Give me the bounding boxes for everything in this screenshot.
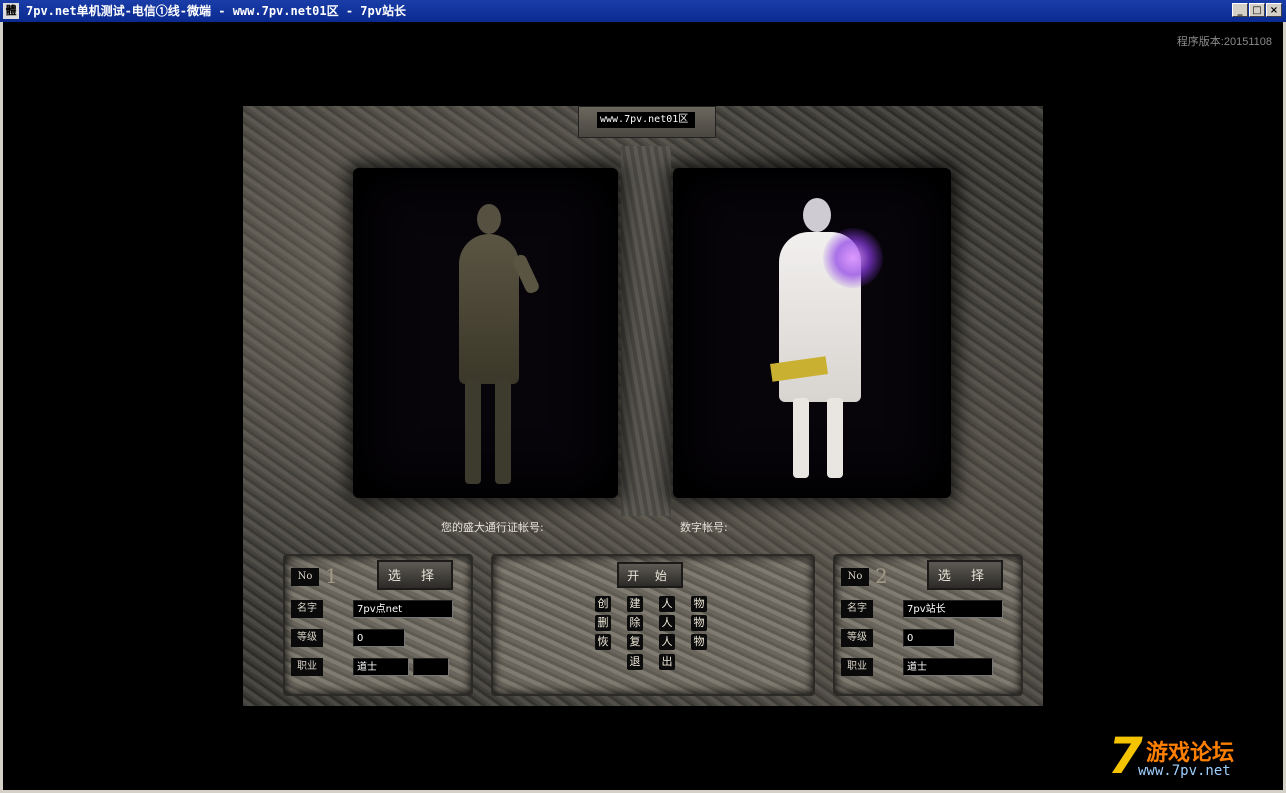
window-frame-left [0,22,3,793]
server-plaque: www.7pv.net01区 [578,106,716,138]
create-char: 创 [595,596,611,612]
character-1-model[interactable] [435,204,545,494]
slot-2-job-label: 职业 [841,658,873,676]
character-1-body [459,234,519,384]
slot-1-job-label: 职业 [291,658,323,676]
window-title: 7pv.net单机测试-电信①线-微端 - www.7pv.net01区 - 7… [26,4,406,18]
character-2-model[interactable] [751,198,901,488]
window-titlebar[interactable]: 體 7pv.net单机测试-电信①线-微端 - www.7pv.net01区 -… [0,0,1286,22]
character-slot-2-panel: No 2 选 择 名字 7pv站长 等级 0 职业 道士 [833,554,1023,696]
stone-pillar [621,146,671,516]
restore-character-button[interactable]: 恢 复 人 物 [595,634,723,650]
slot-1-level-label: 等级 [291,629,323,647]
slot-2-name-label: 名字 [841,600,873,618]
slot-1-no-label: No [291,568,319,586]
shanda-account-label: 您的盛大通行证帐号: [441,521,544,534]
exit-char: 退 [627,654,643,670]
character-2-leg [827,398,843,478]
create-char: 物 [691,596,707,612]
site-watermark: 7 游戏论坛 www.7pv.net [1108,727,1268,785]
delete-char: 人 [659,615,675,631]
restore-char: 恢 [595,634,611,650]
character-slot-1-panel: No 1 选 择 名字 7pv点net 等级 0 职业 道士 [283,554,473,696]
slot-2-no-label: No [841,568,869,586]
character-select-screen: www.7pv.net01区 您的盛大通行证帐号: 数字帐号: No 1 选 择… [243,106,1043,706]
character-1-leg [495,379,511,484]
slot-1-name-value: 7pv点net [353,600,453,618]
slot-1-select-button[interactable]: 选 择 [377,560,453,590]
restore-char: 复 [627,634,643,650]
slot-2-name-value: 7pv站长 [903,600,1003,618]
slot-1-job-extra [413,658,449,676]
delete-char: 删 [595,615,611,631]
slot-2-level-label: 等级 [841,629,873,647]
slot-2-number: 2 [875,564,888,588]
start-button[interactable]: 开 始 [617,562,683,588]
close-button[interactable]: × [1266,3,1282,17]
digital-account-label: 数字帐号: [680,521,728,534]
slot-1-number: 1 [325,564,338,588]
character-2-leg [793,398,809,478]
slot-1-name-label: 名字 [291,600,323,618]
slot-1-level-value: 0 [353,629,405,647]
watermark-url: www.7pv.net [1138,763,1231,779]
slot-1-job-value: 道士 [353,658,409,676]
app-icon[interactable]: 體 [3,3,19,19]
delete-char: 物 [691,615,707,631]
server-name: www.7pv.net01区 [597,112,695,128]
character-2-head [803,198,831,232]
slot-2-select-button[interactable]: 选 择 [927,560,1003,590]
exit-char: 出 [659,654,675,670]
slot-2-level-value: 0 [903,629,955,647]
restore-char: 人 [659,634,675,650]
minimize-button[interactable]: _ [1232,3,1248,17]
create-char: 建 [627,596,643,612]
version-text: 程序版本:20151108 [1176,36,1272,48]
delete-character-button[interactable]: 删 除 人 物 [595,615,723,631]
menu-panel: 开 始 创 建 人 物 删 除 人 物 恢 复 人 物 退 出 [491,554,815,696]
restore-char: 物 [691,634,707,650]
create-char: 人 [659,596,675,612]
delete-char: 除 [627,615,643,631]
exit-button[interactable]: 退 出 [627,654,691,670]
magic-glow-icon [823,228,883,288]
maximize-button[interactable]: □ [1249,3,1265,17]
create-character-button[interactable]: 创 建 人 物 [595,596,723,612]
character-1-leg [465,379,481,484]
character-1-head [477,204,501,234]
slot-2-job-value: 道士 [903,658,993,676]
